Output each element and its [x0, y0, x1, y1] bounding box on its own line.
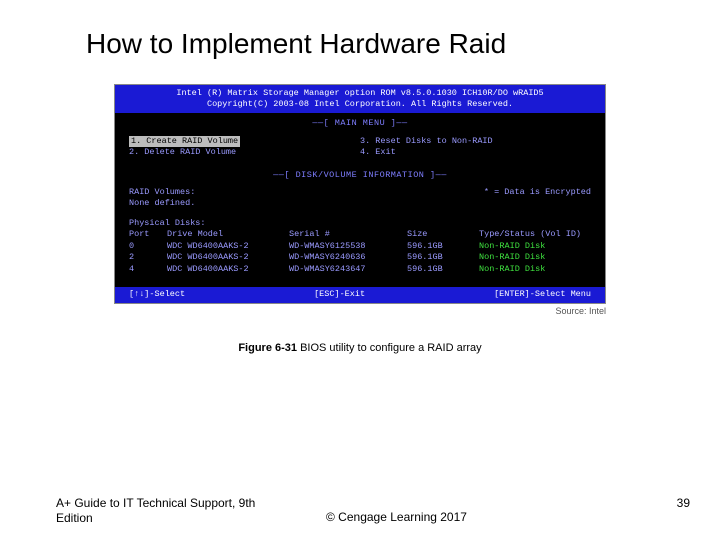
- slide-footer: A+ Guide to IT Technical Support, 9th Ed…: [0, 496, 720, 526]
- cell-size: 596.1GB: [407, 241, 479, 252]
- cell-port: 0: [129, 241, 167, 252]
- disk-info-label: ——[ DISK/VOLUME INFORMATION ]——: [115, 170, 605, 181]
- menu-item-exit[interactable]: 4. Exit: [360, 147, 591, 158]
- cell-port: 4: [129, 264, 167, 275]
- menu-item-create-raid[interactable]: 1. Create RAID Volume: [129, 136, 240, 147]
- cell-serial: WD-WMASY6240636: [289, 252, 407, 263]
- bios-hint-bar: [↑↓]-Select [ESC]-Exit [ENTER]-Select Me…: [115, 287, 605, 302]
- main-menu: 1. Create RAID Volume 3. Reset Disks to …: [115, 134, 605, 165]
- hdr-type: Type/Status (Vol ID): [479, 229, 591, 240]
- bios-header-line1: Intel (R) Matrix Storage Manager option …: [119, 88, 601, 99]
- bios-header: Intel (R) Matrix Storage Manager option …: [115, 85, 605, 113]
- hdr-port: Port: [129, 229, 167, 240]
- disk-info-area: RAID Volumes: * = Data is Encrypted None…: [115, 185, 605, 281]
- menu-item-delete-raid[interactable]: 2. Delete RAID Volume: [129, 147, 360, 158]
- table-row: 0 WDC WD6400AAKS-2 WD-WMASY6125538 596.1…: [129, 241, 591, 252]
- cell-type: Non-RAID Disk: [479, 264, 591, 275]
- source-credit: Source: Intel: [114, 306, 606, 316]
- cell-size: 596.1GB: [407, 264, 479, 275]
- cell-type: Non-RAID Disk: [479, 241, 591, 252]
- disk-table-header: Port Drive Model Serial # Size Type/Stat…: [129, 229, 591, 240]
- slide-title: How to Implement Hardware Raid: [0, 0, 720, 60]
- bios-screenshot: Intel (R) Matrix Storage Manager option …: [114, 84, 606, 304]
- hint-exit: [ESC]-Exit: [314, 289, 365, 300]
- footer-copyright: © Cengage Learning 2017: [286, 496, 650, 524]
- hdr-model: Drive Model: [167, 229, 289, 240]
- footer-book-title: A+ Guide to IT Technical Support, 9th Ed…: [56, 496, 286, 526]
- cell-serial: WD-WMASY6243647: [289, 264, 407, 275]
- main-menu-label: ——[ MAIN MENU ]——: [115, 118, 605, 129]
- raid-volumes-label: RAID Volumes:: [129, 187, 195, 198]
- figure-caption: Figure 6-31 BIOS utility to configure a …: [0, 342, 720, 354]
- cell-type: Non-RAID Disk: [479, 252, 591, 263]
- raid-volumes-status: None defined.: [129, 198, 195, 209]
- cell-model: WDC WD6400AAKS-2: [167, 252, 289, 263]
- cell-port: 2: [129, 252, 167, 263]
- caption-text: BIOS utility to configure a RAID array: [297, 342, 482, 354]
- hint-enter: [ENTER]-Select Menu: [494, 289, 591, 300]
- menu-item-reset-disks[interactable]: 3. Reset Disks to Non-RAID: [360, 136, 591, 147]
- bios-header-line2: Copyright(C) 2003-08 Intel Corporation. …: [119, 99, 601, 110]
- hint-select: [↑↓]-Select: [129, 289, 185, 300]
- cell-model: WDC WD6400AAKS-2: [167, 264, 289, 275]
- physical-disks-label: Physical Disks:: [129, 218, 591, 229]
- cell-model: WDC WD6400AAKS-2: [167, 241, 289, 252]
- table-row: 2 WDC WD6400AAKS-2 WD-WMASY6240636 596.1…: [129, 252, 591, 263]
- hdr-size: Size: [407, 229, 479, 240]
- page-number: 39: [650, 496, 690, 510]
- caption-bold: Figure 6-31: [238, 342, 297, 354]
- cell-serial: WD-WMASY6125538: [289, 241, 407, 252]
- cell-size: 596.1GB: [407, 252, 479, 263]
- hdr-serial: Serial #: [289, 229, 407, 240]
- table-row: 4 WDC WD6400AAKS-2 WD-WMASY6243647 596.1…: [129, 264, 591, 275]
- encrypted-note: * = Data is Encrypted: [484, 187, 591, 198]
